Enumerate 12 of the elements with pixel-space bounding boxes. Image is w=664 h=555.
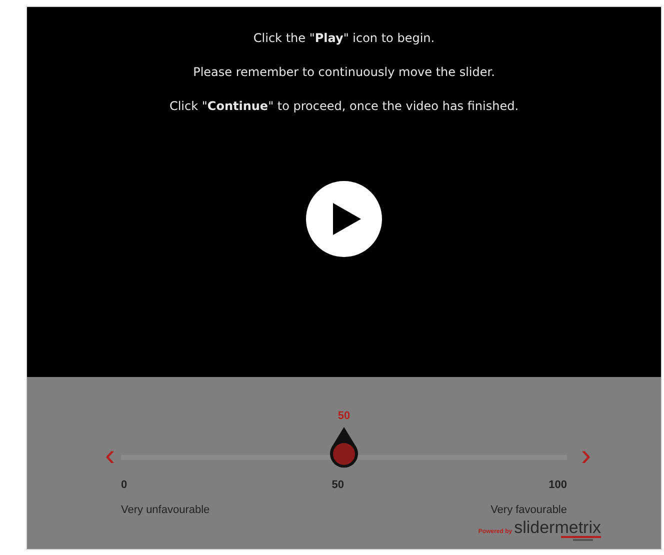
- max-label: Very favourable: [490, 502, 567, 518]
- play-icon: [332, 203, 360, 235]
- instruction-text: Click "Continue" to proceed, once the video has finished.: [169, 98, 519, 115]
- min-label: Very unfavourable: [121, 502, 210, 518]
- logo-bars-icon: [561, 536, 601, 541]
- tick-label: 0: [121, 478, 128, 493]
- instruction-text: Click the "Play" icon to begin.: [253, 30, 435, 47]
- slider-track[interactable]: 50: [121, 411, 567, 473]
- tick-label: 100: [548, 478, 567, 493]
- tick-label: 50: [332, 478, 344, 493]
- logo: slidermetrix: [514, 519, 601, 536]
- instruction-text: Please remember to continuously move the slider.: [193, 64, 495, 81]
